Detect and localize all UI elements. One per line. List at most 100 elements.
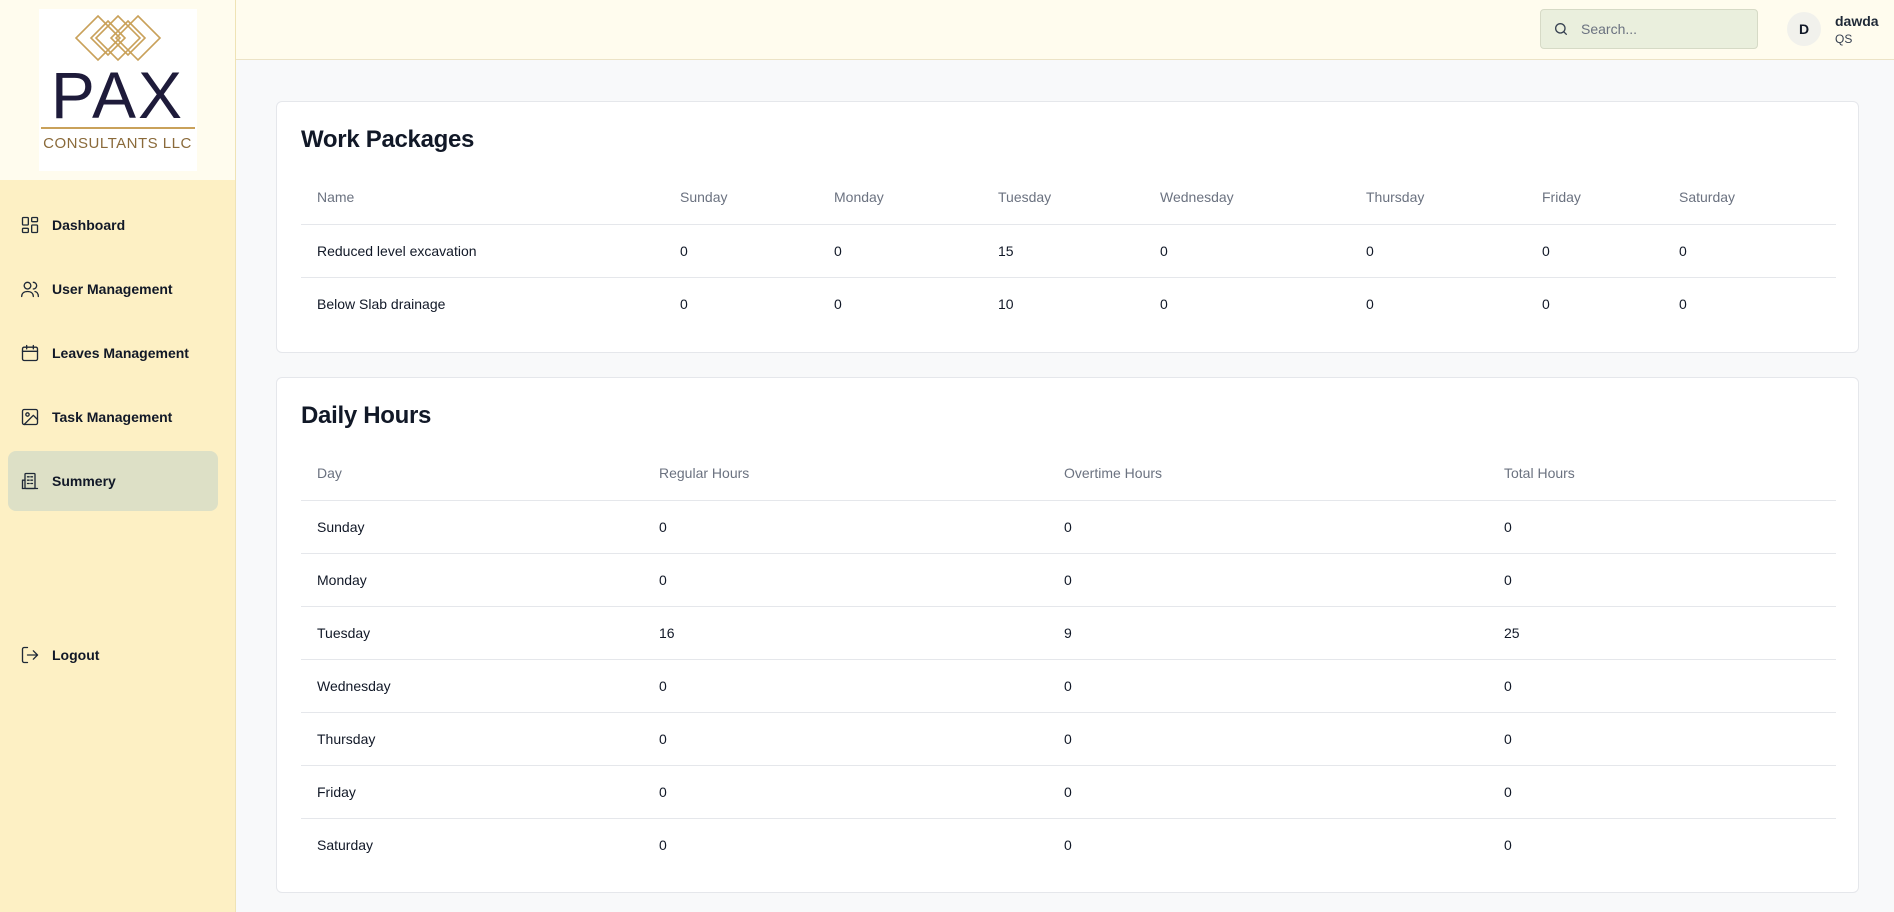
table-cell: 0 xyxy=(664,224,818,278)
sidebar-item-label: Leaves Management xyxy=(52,345,189,361)
table-cell: 0 xyxy=(1160,295,1168,312)
table-cell: 0 xyxy=(1542,295,1550,312)
table-cell: Thursday xyxy=(301,712,643,766)
table-cell: 0 xyxy=(1048,659,1488,713)
sidebar-item-label: Summery xyxy=(52,473,116,489)
sidebar-item-summery[interactable]: Summery xyxy=(8,451,218,511)
table-cell: Below Slab drainage xyxy=(317,295,446,312)
table-cell: 0 xyxy=(643,553,1048,607)
table-row: Reduced level excavation 0 0 15 0 0 0 0 xyxy=(301,224,1836,278)
logo-word: PAX xyxy=(50,58,185,132)
search-input[interactable] xyxy=(1581,21,1741,37)
logout-area: Logout xyxy=(8,625,218,689)
logout-label: Logout xyxy=(52,647,100,663)
table-cell: Friday xyxy=(301,765,643,819)
table-row: Thursday 0 0 0 xyxy=(301,712,1836,766)
column-header: Saturday xyxy=(1663,171,1836,225)
table-cell: 0 xyxy=(1048,500,1488,554)
column-header: Monday xyxy=(818,171,982,225)
table-cell: 0 xyxy=(1144,224,1350,278)
table-cell: 0 xyxy=(1679,295,1687,312)
table-cell: 0 xyxy=(1366,295,1374,312)
users-icon xyxy=(20,279,40,299)
table-cell: 0 xyxy=(818,224,982,278)
logo-area: PAX CONSULTANTS LLC xyxy=(0,0,235,180)
daily-hours-title: Daily Hours xyxy=(301,402,432,429)
table-cell: 0 xyxy=(1048,712,1488,766)
table-cell: 0 xyxy=(643,765,1048,819)
table-row: Friday 0 0 0 xyxy=(301,765,1836,819)
column-header: Total Hours xyxy=(1488,447,1836,501)
table-cell: 0 xyxy=(1488,659,1836,713)
work-packages-card: Work Packages Name Sunday Monday Tuesday… xyxy=(276,101,1859,353)
column-header: Day xyxy=(301,447,643,501)
sidebar-item-label: User Management xyxy=(52,281,173,297)
table-cell: 0 xyxy=(834,295,842,312)
calendar-icon xyxy=(20,343,40,363)
sidebar-item-dashboard[interactable]: Dashboard xyxy=(8,195,218,255)
table-cell: 0 xyxy=(680,295,688,312)
table-cell: Sunday xyxy=(301,500,643,554)
sidebar: PAX CONSULTANTS LLC Dashboard User Manag… xyxy=(0,0,236,912)
table-cell: 0 xyxy=(643,500,1048,554)
sidebar-item-task-management[interactable]: Task Management xyxy=(8,387,218,447)
table-cell: 0 xyxy=(1064,836,1072,853)
logout-button[interactable]: Logout xyxy=(8,625,218,685)
company-logo[interactable]: PAX CONSULTANTS LLC xyxy=(38,9,197,171)
logo-subtitle: CONSULTANTS LLC xyxy=(43,135,192,152)
table-cell: 0 xyxy=(1488,553,1836,607)
search-icon xyxy=(1555,23,1567,35)
logout-icon xyxy=(20,645,40,665)
sidebar-item-user-management[interactable]: User Management xyxy=(8,259,218,319)
table-cell: 0 xyxy=(643,712,1048,766)
table-cell: Tuesday xyxy=(301,606,643,660)
table-cell: 16 xyxy=(643,606,1048,660)
table-header-row: Day Regular Hours Overtime Hours Total H… xyxy=(301,447,1836,501)
table-row: Sunday 0 0 0 xyxy=(301,500,1836,554)
table-row: Below Slab drainage 0 0 10 0 0 0 0 xyxy=(301,277,1836,330)
table-row: Monday 0 0 0 xyxy=(301,553,1836,607)
table-row: Tuesday 16 9 25 xyxy=(301,606,1836,660)
table-cell: 9 xyxy=(1048,606,1488,660)
work-packages-table: Name Sunday Monday Tuesday Wednesday Thu… xyxy=(301,171,1836,330)
user-role: QS xyxy=(1835,32,1853,46)
table-cell: 15 xyxy=(982,224,1144,278)
table-cell: Saturday xyxy=(317,836,374,853)
table-cell: 0 xyxy=(1488,712,1836,766)
table-cell: 0 xyxy=(1526,224,1663,278)
column-header: Name xyxy=(301,171,664,225)
column-header: Regular Hours xyxy=(643,447,1048,501)
sidebar-nav: Dashboard User Management Leaves Managem… xyxy=(8,195,218,515)
column-header: Tuesday xyxy=(982,171,1144,225)
table-cell: 0 xyxy=(1488,765,1836,819)
avatar[interactable]: D xyxy=(1787,12,1821,46)
column-header: Overtime Hours xyxy=(1048,447,1488,501)
column-header: Sunday xyxy=(664,171,818,225)
dashboard-icon xyxy=(20,215,40,235)
table-cell: 0 xyxy=(1048,765,1488,819)
column-header: Thursday xyxy=(1350,171,1526,225)
daily-hours-table: Day Regular Hours Overtime Hours Total H… xyxy=(301,447,1836,871)
image-icon xyxy=(20,407,40,427)
sidebar-item-label: Dashboard xyxy=(52,217,126,233)
table-cell: 0 xyxy=(1488,500,1836,554)
search-box[interactable] xyxy=(1540,9,1758,49)
table-cell: 0 xyxy=(1048,553,1488,607)
table-cell: 10 xyxy=(998,295,1014,312)
table-cell: 25 xyxy=(1488,606,1836,660)
table-cell: 0 xyxy=(1663,224,1836,278)
table-row: Wednesday 0 0 0 xyxy=(301,659,1836,713)
daily-hours-card: Daily Hours Day Regular Hours Overtime H… xyxy=(276,377,1859,893)
table-cell: Monday xyxy=(301,553,643,607)
topbar: D dawda QS xyxy=(236,0,1894,60)
table-cell: 0 xyxy=(643,659,1048,713)
building-icon xyxy=(20,471,40,491)
table-cell: 0 xyxy=(1504,836,1512,853)
table-row: Saturday 0 0 0 xyxy=(301,818,1836,871)
user-name: dawda xyxy=(1835,13,1879,29)
column-header: Friday xyxy=(1526,171,1663,225)
logo-diamonds-icon xyxy=(74,14,161,62)
table-cell: 0 xyxy=(659,836,667,853)
sidebar-item-leaves-management[interactable]: Leaves Management xyxy=(8,323,218,383)
table-header-row: Name Sunday Monday Tuesday Wednesday Thu… xyxy=(301,171,1836,225)
